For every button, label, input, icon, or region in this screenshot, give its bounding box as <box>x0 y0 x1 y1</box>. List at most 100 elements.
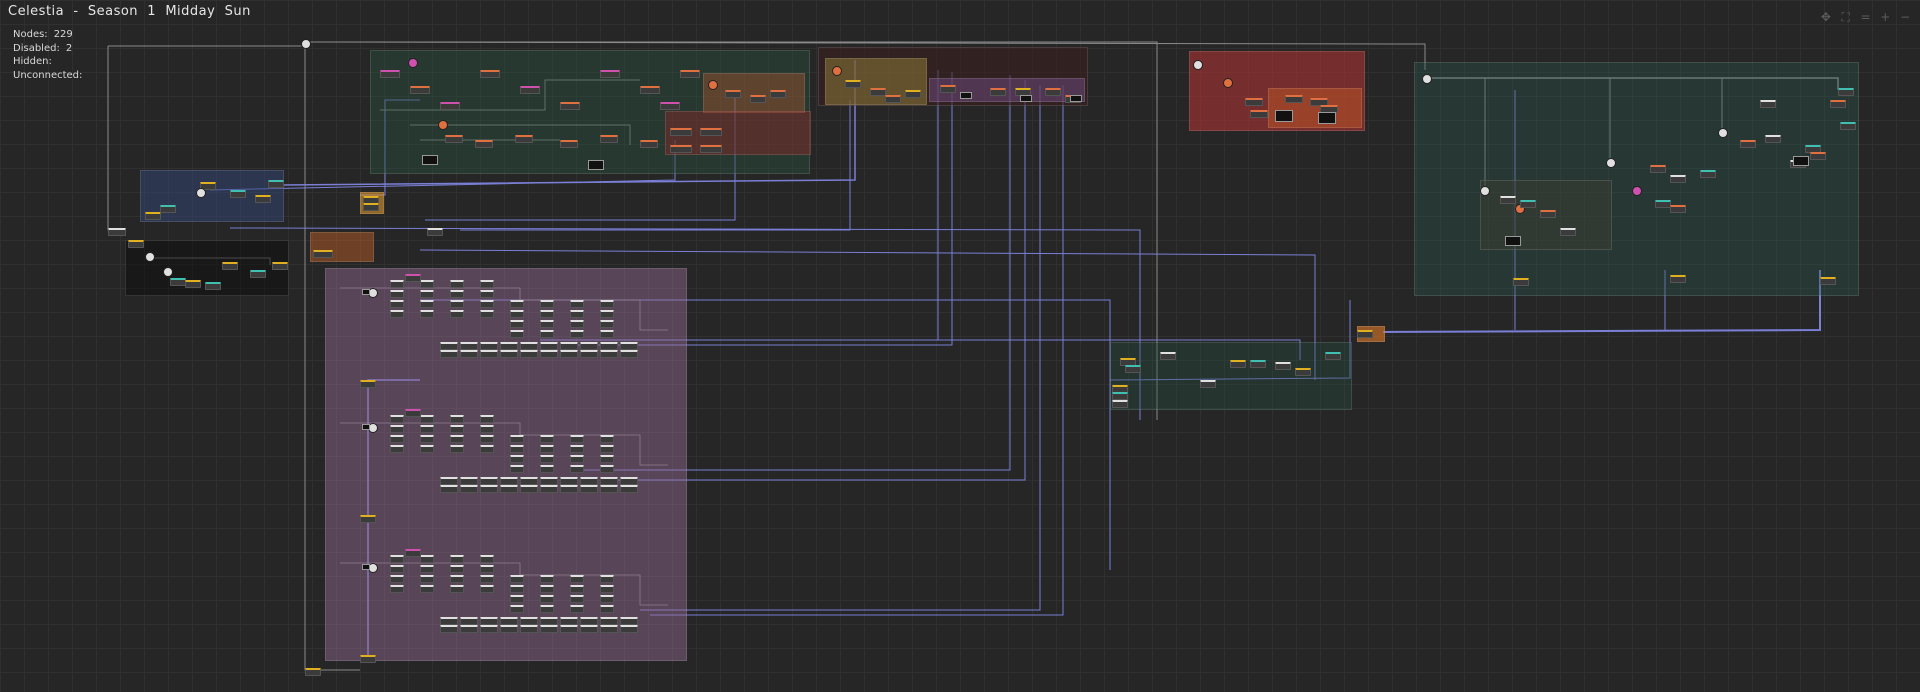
graph-node[interactable] <box>540 575 554 583</box>
graph-node[interactable] <box>1112 400 1128 408</box>
graph-node[interactable] <box>450 310 464 318</box>
group-orange-small[interactable] <box>703 73 805 113</box>
graph-node[interactable] <box>380 70 400 78</box>
graph-node[interactable] <box>570 300 584 308</box>
preview-node[interactable] <box>1505 236 1521 246</box>
graph-node[interactable] <box>1230 360 1246 368</box>
graph-node[interactable] <box>520 617 538 625</box>
graph-node[interactable] <box>540 625 558 633</box>
graph-node[interactable] <box>620 477 638 485</box>
graph-node[interactable] <box>450 565 464 573</box>
graph-node[interactable] <box>540 445 554 453</box>
graph-node[interactable] <box>540 485 558 493</box>
graph-node[interactable] <box>313 250 333 258</box>
graph-node[interactable] <box>480 565 494 573</box>
graph-node[interactable] <box>660 102 680 110</box>
graph-node[interactable] <box>390 565 404 573</box>
graph-node[interactable] <box>670 145 692 153</box>
graph-node[interactable] <box>1830 100 1846 108</box>
graph-node[interactable] <box>1250 360 1266 368</box>
graph-node[interactable] <box>600 605 614 613</box>
graph-node[interactable] <box>1540 210 1556 218</box>
graph-node-dot[interactable] <box>1480 186 1490 196</box>
group-purple-big[interactable] <box>325 268 687 661</box>
graph-node[interactable] <box>560 477 578 485</box>
graph-node[interactable] <box>940 85 956 93</box>
graph-node[interactable] <box>510 575 524 583</box>
graph-node[interactable] <box>1650 165 1666 173</box>
fit-view-icon[interactable]: ⛶ <box>1838 10 1854 24</box>
graph-node[interactable] <box>405 409 421 417</box>
graph-node[interactable] <box>620 625 638 633</box>
graph-node[interactable] <box>390 310 404 318</box>
graph-node[interactable] <box>108 228 126 236</box>
graph-node[interactable] <box>845 80 861 88</box>
graph-node[interactable] <box>600 320 614 328</box>
graph-node[interactable] <box>1700 170 1716 178</box>
graph-node[interactable] <box>600 625 618 633</box>
graph-node[interactable] <box>500 350 518 358</box>
graph-node[interactable] <box>420 445 434 453</box>
graph-node[interactable] <box>250 270 266 278</box>
graph-node[interactable] <box>540 330 554 338</box>
graph-node[interactable] <box>460 617 478 625</box>
graph-root-dot[interactable] <box>301 39 311 49</box>
graph-node[interactable] <box>1285 95 1303 103</box>
graph-node[interactable] <box>640 86 660 94</box>
graph-node[interactable] <box>570 445 584 453</box>
graph-node[interactable] <box>480 445 494 453</box>
graph-node[interactable] <box>1810 152 1826 160</box>
preview-node[interactable] <box>1020 95 1032 102</box>
graph-node[interactable] <box>725 90 741 98</box>
graph-node[interactable] <box>570 595 584 603</box>
graph-node[interactable] <box>580 477 598 485</box>
graph-node[interactable] <box>360 380 376 388</box>
graph-node[interactable] <box>580 625 598 633</box>
graph-node[interactable] <box>170 278 186 286</box>
graph-node-dot[interactable] <box>1193 60 1203 70</box>
graph-node[interactable] <box>460 485 478 493</box>
graph-node[interactable] <box>390 280 404 288</box>
graph-node[interactable] <box>560 625 578 633</box>
graph-node-dot[interactable] <box>163 267 173 277</box>
graph-node[interactable] <box>600 342 618 350</box>
graph-node[interactable] <box>460 477 478 485</box>
graph-node[interactable] <box>420 575 434 583</box>
graph-node[interactable] <box>390 435 404 443</box>
graph-node[interactable] <box>480 310 494 318</box>
graph-node[interactable] <box>560 350 578 358</box>
graph-node[interactable] <box>390 415 404 423</box>
preview-node[interactable] <box>362 564 370 570</box>
graph-node[interactable] <box>1325 352 1341 360</box>
graph-node[interactable] <box>405 549 421 557</box>
graph-node[interactable] <box>475 140 493 148</box>
graph-node[interactable] <box>1670 205 1686 213</box>
graph-node[interactable] <box>480 290 494 298</box>
graph-node[interactable] <box>480 350 498 358</box>
graph-node[interactable] <box>600 435 614 443</box>
zoom-out-icon[interactable]: − <box>1897 10 1913 24</box>
graph-node[interactable] <box>440 617 458 625</box>
graph-node[interactable] <box>420 290 434 298</box>
graph-node[interactable] <box>560 342 578 350</box>
graph-node[interactable] <box>570 455 584 463</box>
graph-node[interactable] <box>480 477 498 485</box>
graph-node[interactable] <box>390 290 404 298</box>
graph-node[interactable] <box>510 445 524 453</box>
graph-node[interactable] <box>570 575 584 583</box>
graph-node[interactable] <box>560 485 578 493</box>
graph-node[interactable] <box>580 350 598 358</box>
graph-node[interactable] <box>1245 98 1263 106</box>
graph-node[interactable] <box>510 465 524 473</box>
graph-node-dot[interactable] <box>408 58 418 68</box>
graph-node[interactable] <box>640 140 658 148</box>
graph-node[interactable] <box>420 310 434 318</box>
graph-node[interactable] <box>1655 200 1671 208</box>
graph-node[interactable] <box>540 465 554 473</box>
graph-node[interactable] <box>1200 380 1216 388</box>
graph-node[interactable] <box>600 477 618 485</box>
graph-node[interactable] <box>500 625 518 633</box>
graph-node[interactable] <box>420 280 434 288</box>
graph-node[interactable] <box>580 485 598 493</box>
graph-node[interactable] <box>480 70 500 78</box>
